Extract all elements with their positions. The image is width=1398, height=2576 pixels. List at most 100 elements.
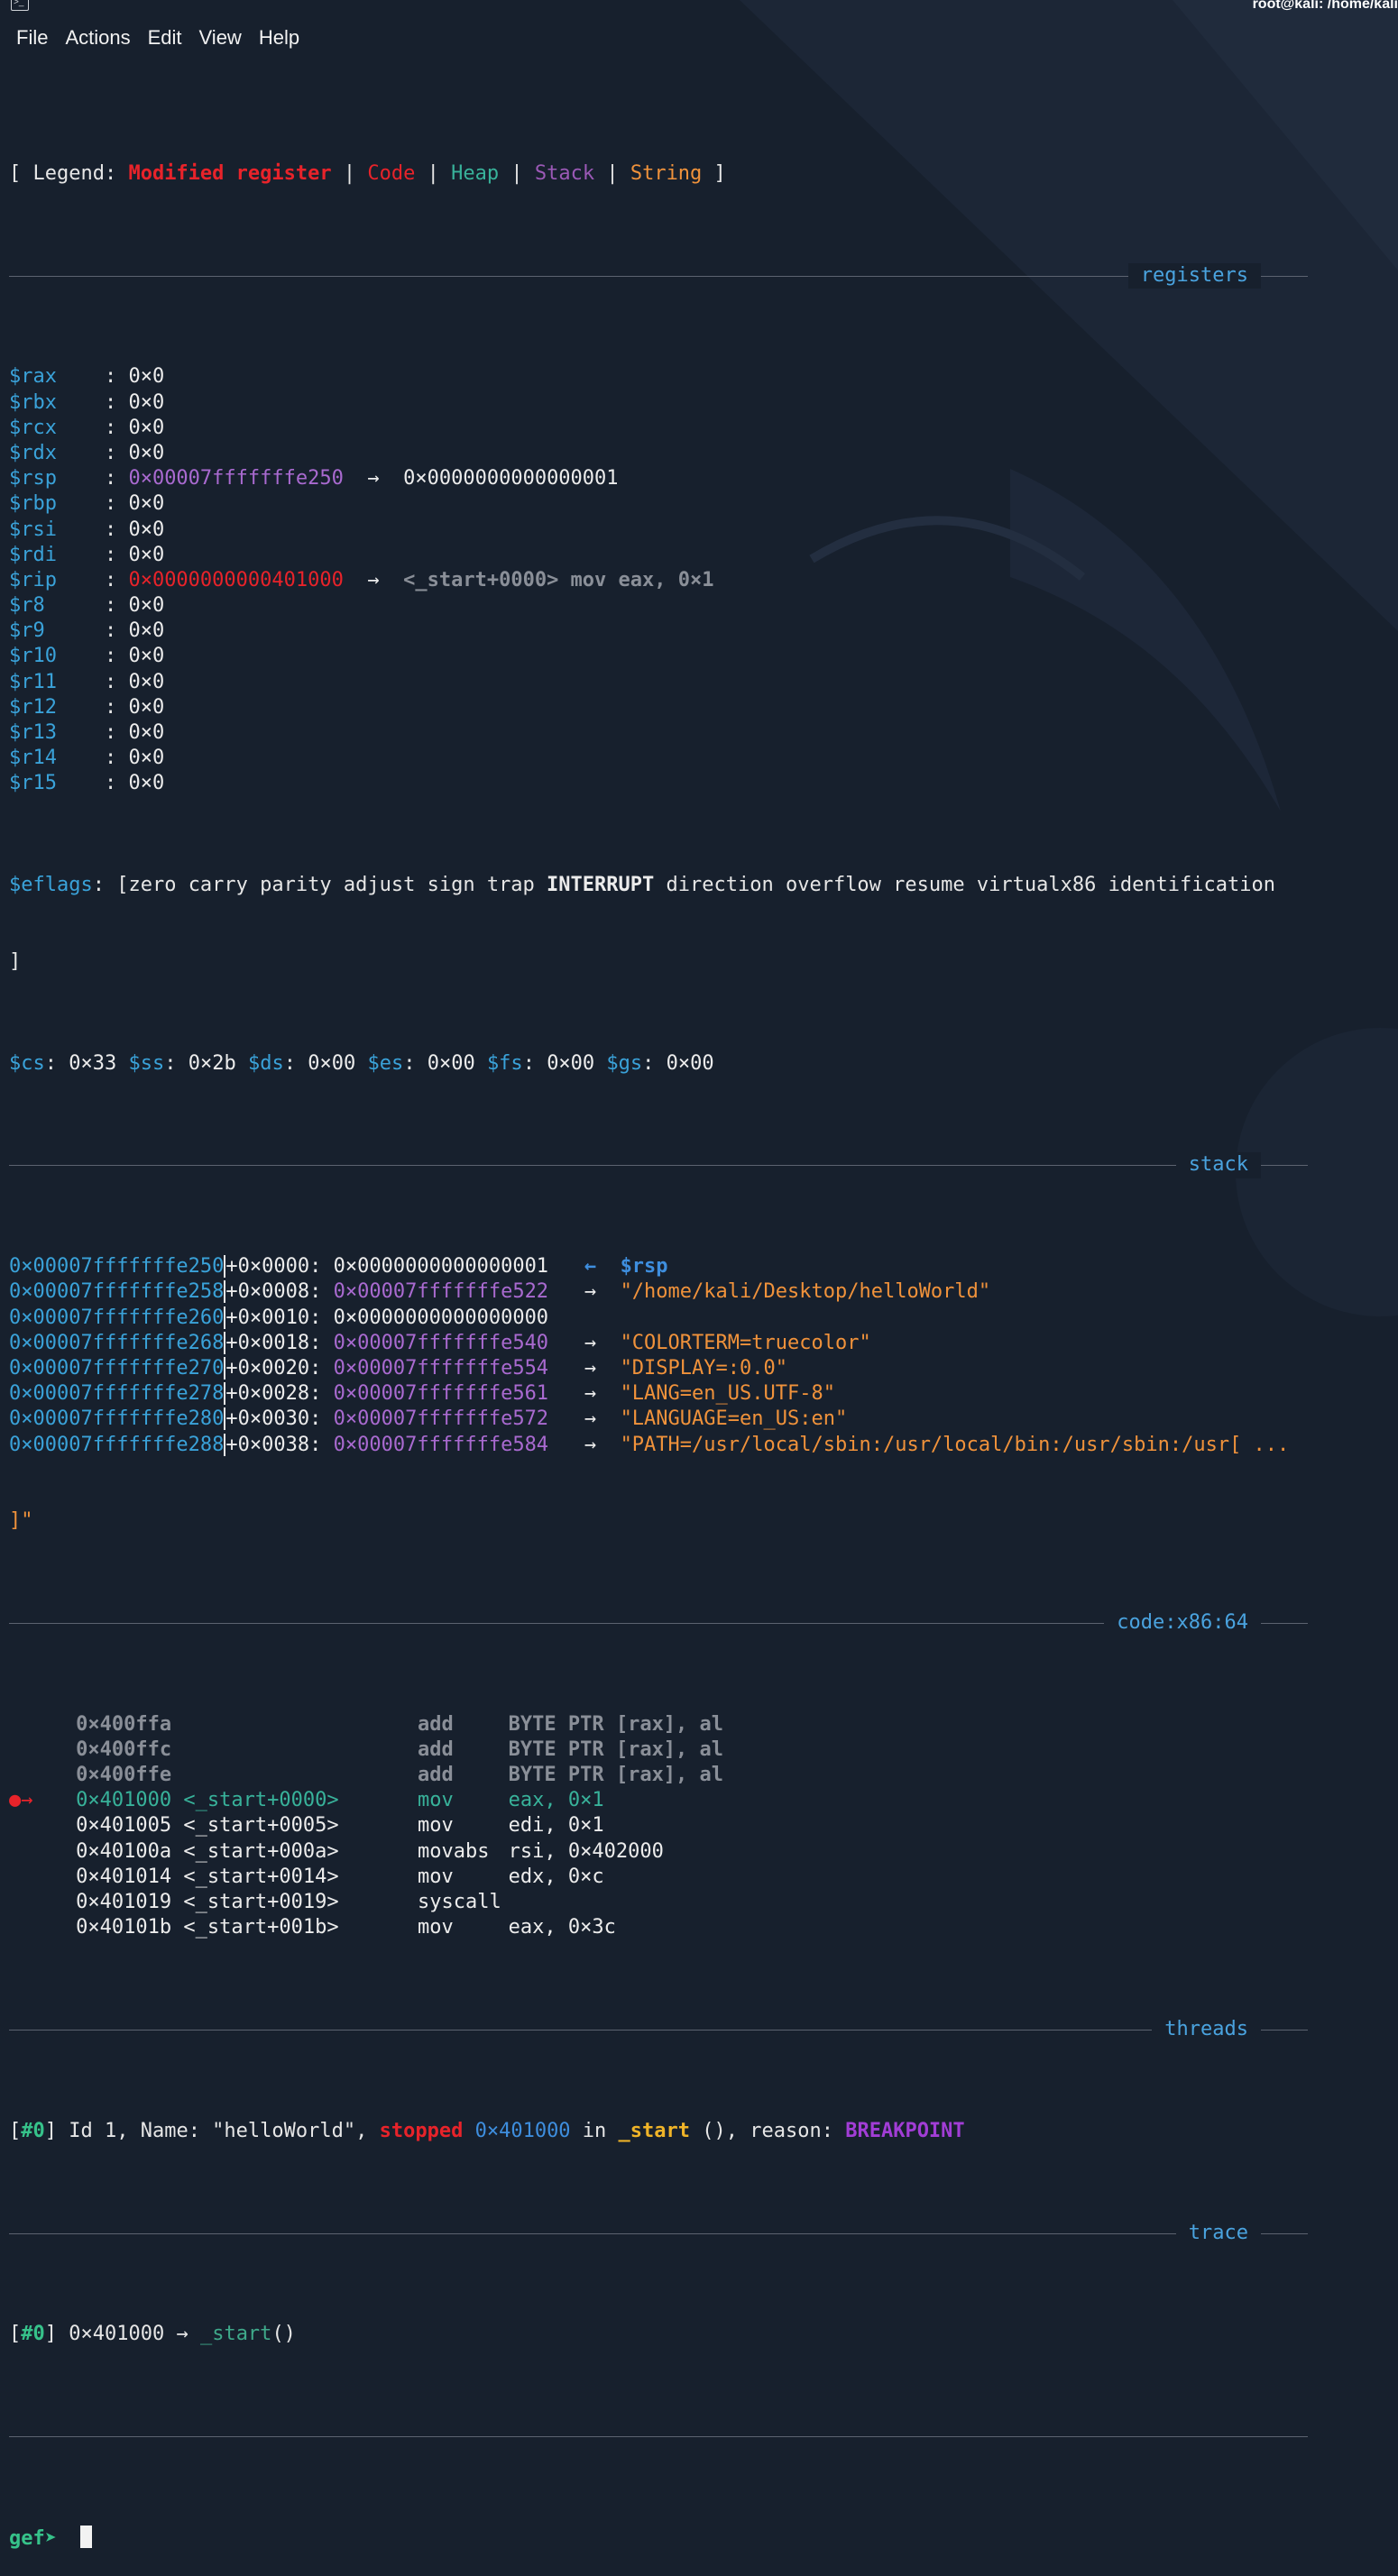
- menu-file[interactable]: File: [0, 23, 58, 52]
- stack-row: 0×00007fffffffe278+0×0028: 0×00007ffffff…: [9, 1381, 1308, 1407]
- register-row: $r11: 0×0: [9, 670, 1308, 695]
- code-row: 0×40100a <_start+000a> movabs rsi, 0×402000: [9, 1839, 1308, 1865]
- arrow-icon: →: [584, 1433, 597, 1456]
- register-name: $r11: [9, 670, 57, 693]
- segment-name: $es: [367, 1051, 404, 1075]
- register-value: 0×0: [128, 645, 165, 668]
- register-name: $rbx: [9, 390, 57, 414]
- code-operands: edi, 0×1: [508, 1814, 604, 1838]
- menu-help[interactable]: Help: [252, 23, 309, 52]
- stack-address: 0×00007fffffffe270: [9, 1356, 225, 1380]
- register-value: 0×0: [128, 670, 165, 693]
- register-row: $rdi: 0×0: [9, 543, 1308, 568]
- code-address: 0×40101b: [76, 1916, 172, 1939]
- stack-offset: +0×0008:: [224, 1280, 322, 1304]
- arrow-icon: →: [367, 568, 380, 591]
- stack-offset: +0×0010:: [224, 1306, 322, 1329]
- eflags-line: $eflags: [zero carry parity adjust sign …: [9, 874, 1276, 897]
- register-value: 0×00007fffffffe250: [128, 467, 344, 490]
- registers-list: $rax: 0×0 $rbx: 0×0 $rcx: 0×0 $rdx: 0×0 $rsp…: [9, 364, 1308, 796]
- register-name: $rax: [9, 365, 57, 389]
- stack-target: "COLORTERM=truecolor": [620, 1331, 871, 1354]
- segment-value: 0×00: [666, 1051, 714, 1075]
- stack-row: 0×00007fffffffe280+0×0030: 0×00007ffffff…: [9, 1407, 1308, 1432]
- segment-registers: $cs: 0×33 $ss: 0×2b $ds: 0×00 $es: 0×00 …: [9, 1051, 714, 1075]
- register-row: $r13: 0×0: [9, 720, 1308, 746]
- stack-row: 0×00007fffffffe268+0×0018: 0×00007ffffff…: [9, 1331, 1308, 1356]
- code-symbol: <_start+0005>: [183, 1814, 339, 1838]
- stack-target: $rsp: [620, 1255, 668, 1279]
- register-name: $rcx: [9, 416, 57, 439]
- register-row: $rbp: 0×0: [9, 491, 1308, 517]
- code-row: ●→ 0×401000 <_start+0000> mov eax, 0×1: [9, 1788, 1308, 1813]
- menu-actions[interactable]: Actions: [58, 23, 140, 52]
- register-row: $rbx: 0×0: [9, 390, 1308, 416]
- terminal-output[interactable]: [ Legend: Modified register | Code | Hea…: [9, 60, 1308, 2576]
- register-name: $r10: [9, 645, 57, 668]
- segment-value: 0×00: [427, 1051, 475, 1075]
- terminal-icon[interactable]: >_: [11, 0, 29, 11]
- code-mnemonic: mov: [417, 1789, 454, 1812]
- code-mnemonic: add: [417, 1712, 454, 1736]
- code-address: 0×401014: [76, 1865, 172, 1888]
- stack-address: 0×00007fffffffe280: [9, 1407, 225, 1431]
- register-name: $r9: [9, 619, 45, 643]
- legend-code: Code: [367, 161, 416, 185]
- register-row: $r15: 0×0: [9, 771, 1308, 796]
- segment-value: 0×2b: [188, 1051, 236, 1075]
- thread-status: stopped: [379, 2119, 464, 2142]
- register-value: 0×0000000000401000: [128, 568, 344, 591]
- code-address: 0×40100a: [76, 1839, 172, 1863]
- register-row: $rax: 0×0: [9, 364, 1308, 390]
- code-operands: rsi, 0×402000: [508, 1839, 664, 1863]
- code-address: 0×400ffe: [76, 1764, 172, 1787]
- register-row: $rcx: 0×0: [9, 416, 1308, 441]
- code-operands: BYTE PTR [rax], al: [508, 1737, 724, 1761]
- menu-view[interactable]: View: [192, 23, 252, 52]
- stack-row: 0×00007fffffffe250+0×0000: 0×00000000000…: [9, 1254, 1308, 1279]
- stack-value: 0×00007fffffffe554: [333, 1356, 549, 1380]
- section-code: code:x86:64: [9, 1609, 1308, 1636]
- code-operands: eax, 0×3c: [508, 1916, 616, 1939]
- code-mnemonic: mov: [417, 1916, 454, 1939]
- stack-row: 0×00007fffffffe260+0×0010: 0×00000000000…: [9, 1306, 1308, 1331]
- legend-stack: Stack: [534, 161, 595, 185]
- section-stack: stack: [9, 1152, 1308, 1178]
- register-value: 0×0: [128, 619, 165, 643]
- code-operands: eax, 0×1: [508, 1789, 604, 1812]
- menu-edit[interactable]: Edit: [141, 23, 192, 52]
- trace-line: [#0] 0×401000 → _start(): [9, 2323, 296, 2346]
- register-value: 0×0: [128, 543, 165, 566]
- code-mnemonic: mov: [417, 1865, 454, 1888]
- stack-value: 0×00007fffffffe540: [333, 1331, 549, 1354]
- code-operands: BYTE PTR [rax], al: [508, 1764, 724, 1787]
- register-row: $r10: 0×0: [9, 644, 1308, 669]
- code-symbol: <_start+0019>: [183, 1891, 339, 1913]
- stack-address: 0×00007fffffffe278: [9, 1382, 225, 1406]
- code-operands: edx, 0×c: [508, 1865, 604, 1888]
- arrow-icon: →: [584, 1280, 597, 1304]
- segment-name: $gs: [606, 1051, 643, 1075]
- stack-value: 0×00007fffffffe572: [333, 1407, 549, 1431]
- register-target: 0×0000000000000001: [403, 467, 619, 490]
- text-cursor[interactable]: [80, 2525, 93, 2548]
- register-value: 0×0: [128, 416, 165, 439]
- stack-wrap: ]": [9, 1509, 33, 1533]
- register-value: 0×0: [128, 518, 165, 541]
- stack-value: 0×0000000000000001: [333, 1255, 549, 1279]
- code-mnemonic: syscall: [417, 1891, 501, 1913]
- code-symbol: <_start+000a>: [183, 1839, 339, 1863]
- legend-string: String: [630, 161, 703, 185]
- arrow-icon: →: [584, 1407, 597, 1431]
- stack-offset: +0×0018:: [224, 1331, 322, 1354]
- gef-prompt: gef➤: [9, 2526, 57, 2550]
- title-bar: >_ root@kali: /home/kali: [0, 0, 1398, 18]
- section-registers: registers: [9, 262, 1308, 289]
- register-name: $r14: [9, 747, 57, 770]
- register-value: 0×0: [128, 772, 165, 795]
- stack-value: 0×00007fffffffe584: [333, 1433, 549, 1456]
- register-value: 0×0: [128, 441, 165, 464]
- stack-offset: +0×0038:: [224, 1433, 322, 1456]
- prompt-line[interactable]: gef➤: [9, 2525, 1308, 2551]
- stack-value: 0×00007fffffffe522: [333, 1280, 549, 1304]
